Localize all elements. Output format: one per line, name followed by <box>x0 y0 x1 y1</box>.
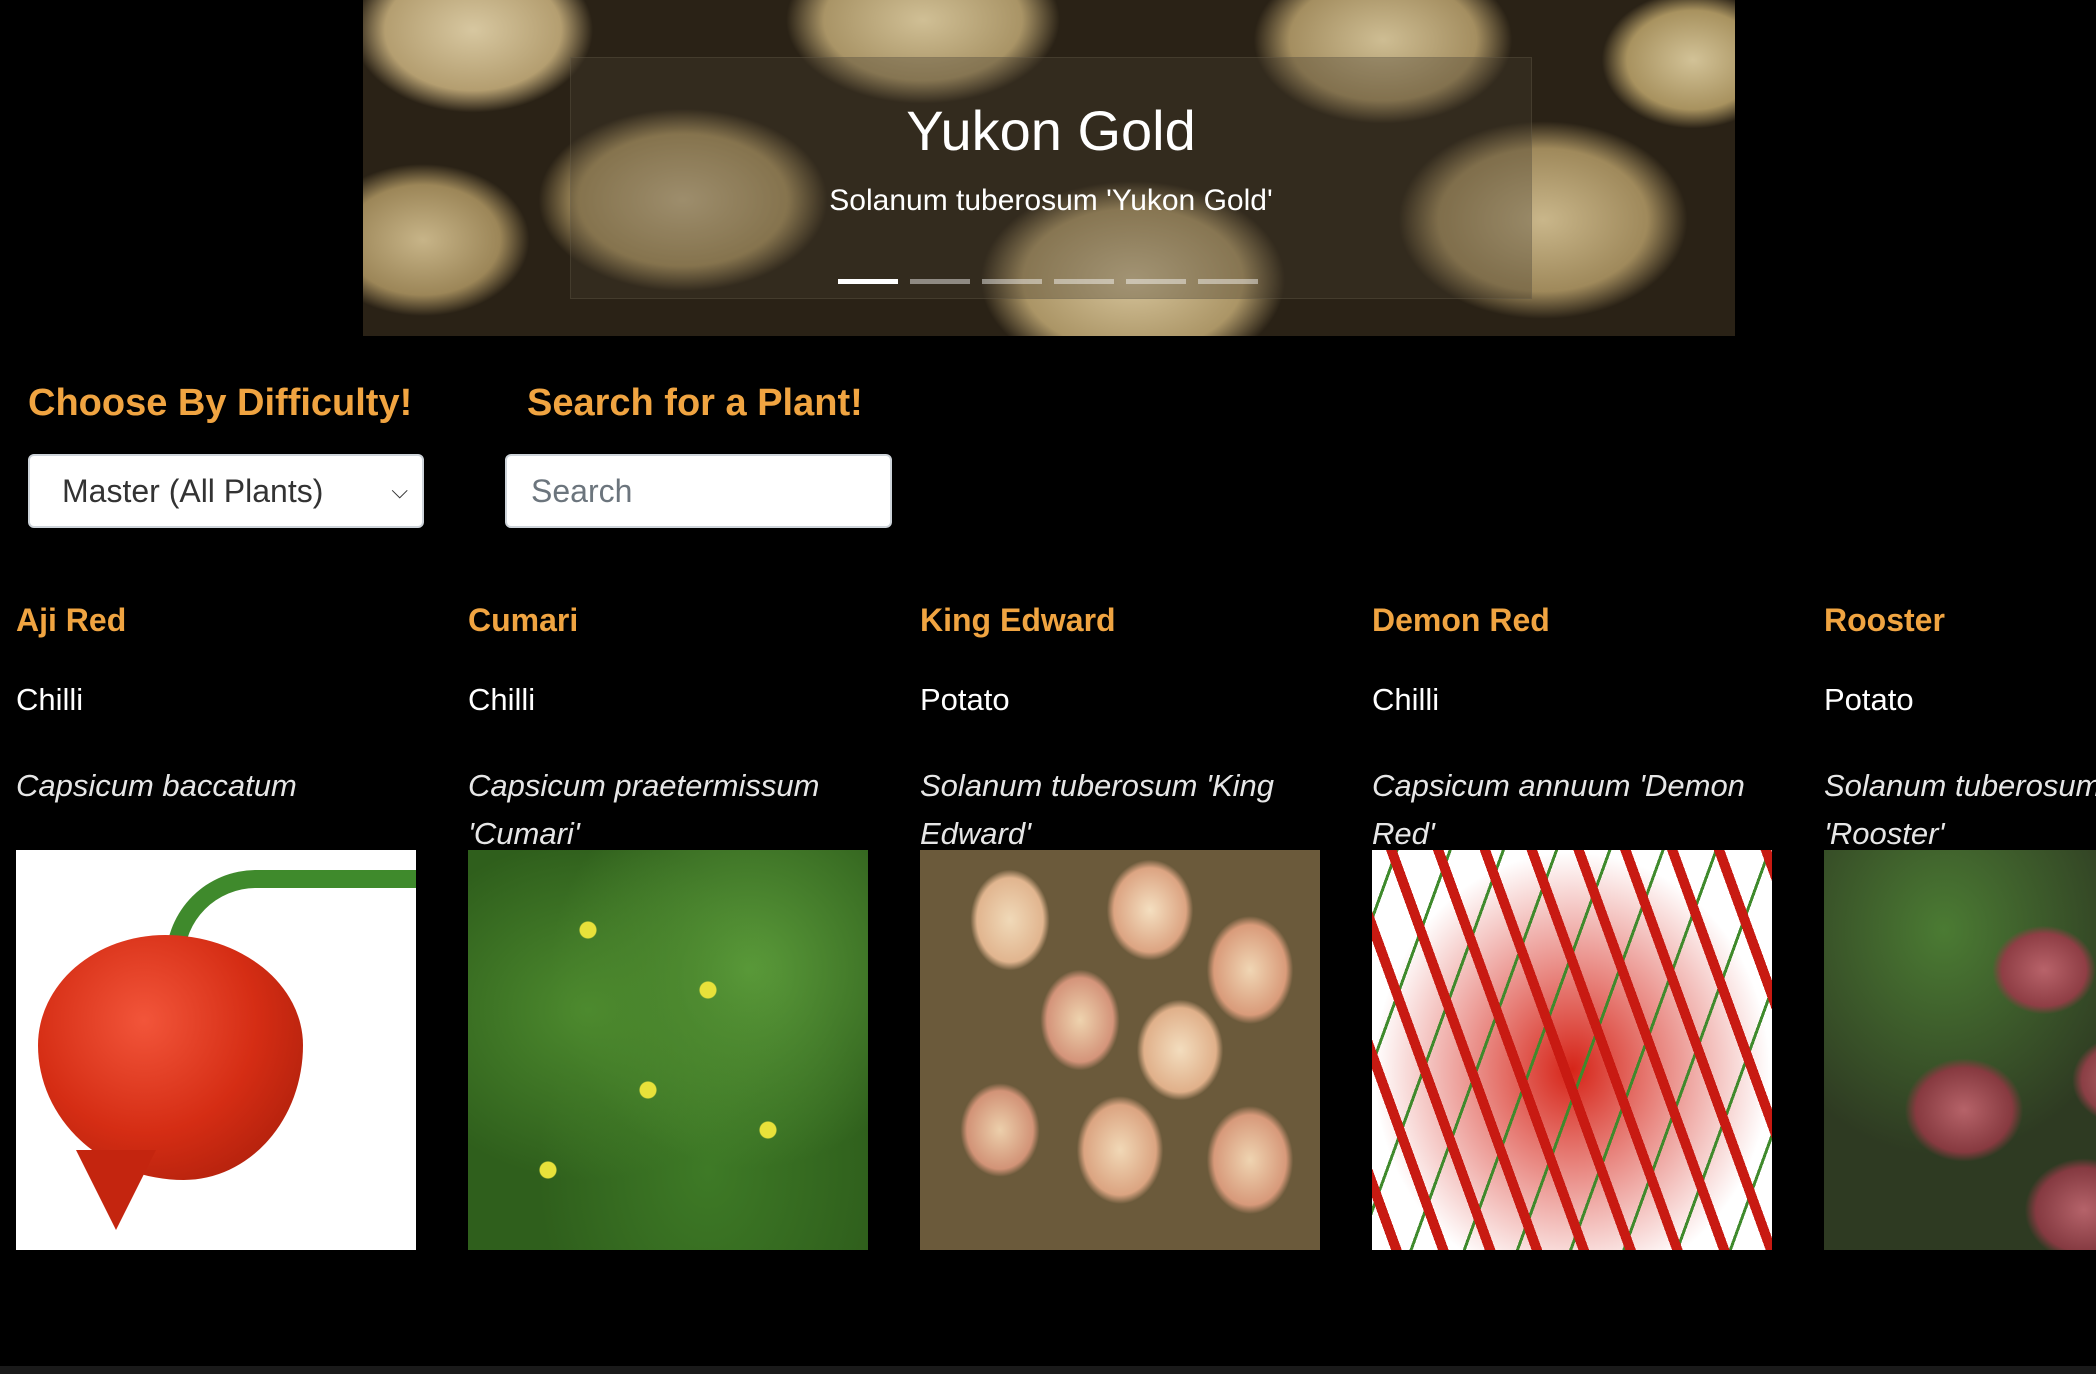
carousel-indicator-2[interactable] <box>910 279 970 284</box>
plant-carousel[interactable]: Yukon Gold Solanum tuberosum 'Yukon Gold… <box>363 0 1735 336</box>
plant-latin-name: Capsicum baccatum <box>16 768 297 803</box>
plant-type: Chilli <box>468 682 536 717</box>
chevron-down-icon: ⌵ <box>391 478 408 503</box>
plant-image[interactable] <box>1824 850 2096 1250</box>
chilli-pod-shape <box>38 935 303 1180</box>
carousel-subtitle: Solanum tuberosum 'Yukon Gold' <box>829 183 1273 217</box>
plant-type: Potato <box>920 682 1010 717</box>
carousel-indicator-4[interactable] <box>1054 279 1114 284</box>
difficulty-select-value: Master (All Plants) <box>62 472 324 509</box>
plant-image[interactable] <box>468 850 868 1250</box>
carousel-indicator-5[interactable] <box>1126 279 1186 284</box>
plant-latin-name: Solanum tuberosum 'Rooster' <box>1824 768 2096 851</box>
plant-image[interactable] <box>920 850 1320 1250</box>
plant-card[interactable]: Cumari Chilli Capsicum praetermissum 'Cu… <box>468 600 868 1250</box>
plant-name[interactable]: Aji Red <box>16 600 416 640</box>
horizontal-scrollbar[interactable] <box>0 1366 2096 1374</box>
plant-latin-name: Capsicum praetermissum 'Cumari' <box>468 768 820 851</box>
plant-name[interactable]: Cumari <box>468 600 868 640</box>
plant-card[interactable]: King Edward Potato Solanum tuberosum 'Ki… <box>920 600 1320 1250</box>
search-heading: Search for a Plant! <box>527 382 863 424</box>
difficulty-heading: Choose By Difficulty! <box>28 382 413 424</box>
plant-type: Chilli <box>16 682 84 717</box>
plant-type: Potato <box>1824 682 1914 717</box>
carousel-indicator-1[interactable] <box>838 279 898 284</box>
plant-image[interactable] <box>16 850 416 1250</box>
plant-name[interactable]: King Edward <box>920 600 1320 640</box>
page: Yukon Gold Solanum tuberosum 'Yukon Gold… <box>0 0 2096 1374</box>
plant-card[interactable]: Rooster Potato Solanum tuberosum 'Rooste… <box>1824 600 2096 1250</box>
carousel-title: Yukon Gold <box>906 99 1196 162</box>
plant-type: Chilli <box>1372 682 1440 717</box>
carousel-caption: Yukon Gold Solanum tuberosum 'Yukon Gold… <box>570 57 1532 299</box>
plant-name[interactable]: Demon Red <box>1372 600 1772 640</box>
chilli-tail-shape <box>76 1150 156 1230</box>
plant-card[interactable]: Demon Red Chilli Capsicum annuum 'Demon … <box>1372 600 1772 1250</box>
carousel-indicator-6[interactable] <box>1198 279 1258 284</box>
difficulty-select[interactable]: Master (All Plants) ⌵ <box>28 454 424 528</box>
plant-latin-name: Solanum tuberosum 'King Edward' <box>920 768 1275 851</box>
plant-latin-name: Capsicum annuum 'Demon Red' <box>1372 768 1745 851</box>
carousel-indicators <box>838 279 1258 284</box>
plant-image[interactable] <box>1372 850 1772 1250</box>
plant-card[interactable]: Aji Red Chilli Capsicum baccatum <box>16 600 416 1250</box>
carousel-indicator-3[interactable] <box>982 279 1042 284</box>
plant-name[interactable]: Rooster <box>1824 600 2096 640</box>
search-input[interactable] <box>505 454 892 528</box>
